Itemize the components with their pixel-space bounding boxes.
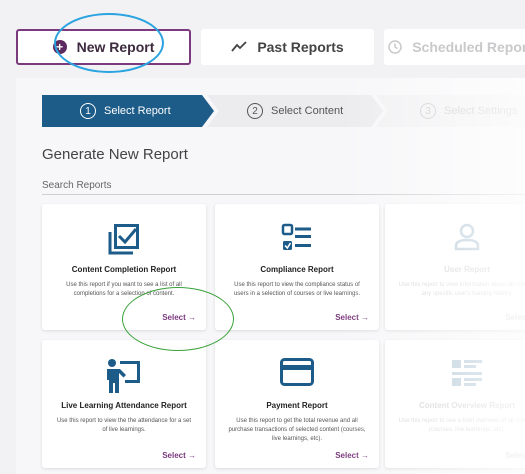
plus-circle-icon: + [52,40,67,54]
step-number: 3 [420,103,436,119]
select-button[interactable]: Select → [505,451,525,460]
step-number: 1 [80,103,96,119]
search-underline [42,194,525,195]
step-select-content[interactable]: 2 Select Content [207,95,383,127]
step-label: Select Settings [444,105,518,117]
card-description: Use this report if you want to see a lis… [66,282,182,297]
list-check-icon [215,222,379,256]
step-number: 2 [247,103,263,119]
tab-label: Past Reports [257,39,344,55]
stepper: 1 Select Report 2 Select Content 3 Selec… [42,95,525,127]
select-button[interactable]: Select → [162,451,196,460]
card-title: Payment Report [266,401,328,410]
card-description: Use this report to see a brief overview … [398,418,525,433]
card-payment-report[interactable]: Payment Report Use this report to get th… [215,340,379,468]
user-icon [385,222,525,256]
select-button[interactable]: Select → [162,313,196,322]
tab-past-reports[interactable]: Past Reports [201,29,374,65]
select-button[interactable]: Select → [505,313,525,322]
step-select-settings[interactable]: 3 Select Settings [376,95,525,127]
clock-icon [388,40,402,54]
presenter-icon [42,358,206,393]
card-compliance-report[interactable]: Compliance Report Use this report to vie… [215,204,379,330]
card-live-learning-attendance-report[interactable]: Live Learning Attendance Report Use this… [42,340,206,468]
select-button[interactable]: Select → [335,313,369,322]
tab-label: New Report [76,39,155,55]
tab-label: Scheduled Reports [412,39,525,55]
trend-line-icon [231,41,247,53]
card-description: Use this report to view information abou… [398,282,525,297]
card-user-report[interactable]: User Report Use this report to view info… [385,204,525,330]
page-title: Generate New Report [42,146,188,163]
step-label: Select Report [104,105,171,117]
step-label: Select Content [271,105,344,117]
report-tabs: + New Report Past Reports Scheduled Repo… [16,29,525,67]
card-title: Compliance Report [260,265,334,274]
card-description: Use this report to get the total revenue… [228,418,366,442]
card-title: Content Overview Report [418,401,515,410]
card-content-completion-report[interactable]: Content Completion Report Use this repor… [42,204,206,330]
tab-new-report[interactable]: + New Report [16,29,191,65]
card-description: Use this report to view the compliance s… [233,282,361,297]
checklist-icon [42,222,206,256]
tab-scheduled-reports[interactable]: Scheduled Reports [384,29,525,65]
search-input[interactable]: Search Reports [42,180,111,191]
card-description: Use this report to view the the attendan… [56,418,192,433]
card-title: User Report [444,265,490,274]
card-title: Content Completion Report [71,265,177,274]
select-button[interactable]: Select → [335,451,369,460]
overview-list-icon [385,358,525,392]
step-select-report[interactable]: 1 Select Report [42,95,214,127]
credit-card-icon [215,358,379,392]
card-content-overview-report[interactable]: Content Overview Report Use this report … [385,340,525,468]
card-title: Live Learning Attendance Report [61,401,187,410]
